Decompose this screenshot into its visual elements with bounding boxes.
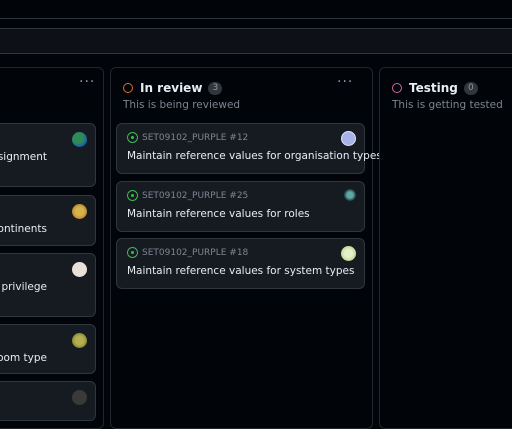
card-title: oom type bbox=[0, 352, 47, 364]
column-more-button[interactable]: ··· bbox=[79, 74, 95, 90]
issue-meta: SET09102_PURPLE #25 bbox=[127, 190, 248, 201]
issue-card[interactable]: SET09102_PURPLE #25 Maintain reference v… bbox=[116, 181, 365, 232]
filter-bar[interactable] bbox=[0, 28, 512, 54]
card-title[interactable]: Maintain reference values for system typ… bbox=[127, 265, 355, 277]
issue-card[interactable]: SET09102_PURPLE #18 Maintain reference v… bbox=[116, 238, 365, 289]
column-description: This is being reviewed bbox=[123, 99, 241, 111]
divider bbox=[0, 18, 512, 19]
avatar bbox=[72, 204, 87, 219]
open-issue-icon bbox=[127, 247, 138, 258]
avatar[interactable] bbox=[344, 189, 356, 201]
avatar[interactable] bbox=[341, 131, 356, 146]
column-header: Testing 0 bbox=[392, 80, 478, 96]
card-title: ontinents bbox=[0, 223, 47, 235]
avatar[interactable] bbox=[341, 246, 356, 261]
avatar bbox=[72, 390, 87, 405]
column-title: Testing bbox=[409, 81, 458, 95]
issue-reference[interactable]: SET09102_PURPLE #12 bbox=[142, 133, 248, 143]
column-header: In review 3 bbox=[123, 80, 223, 96]
issue-reference[interactable]: SET09102_PURPLE #25 bbox=[142, 191, 248, 201]
column-description: This is getting tested bbox=[392, 99, 503, 111]
status-ring-icon bbox=[123, 83, 133, 93]
issue-meta: SET09102_PURPLE #18 bbox=[127, 247, 248, 258]
top-bar bbox=[0, 0, 512, 18]
avatar bbox=[72, 262, 87, 277]
card-title[interactable]: Maintain reference values for organisati… bbox=[127, 150, 382, 162]
issue-card[interactable] bbox=[0, 381, 96, 421]
issue-card[interactable]: ssignment bbox=[0, 123, 96, 187]
issue-reference[interactable]: SET09102_PURPLE #18 bbox=[142, 248, 248, 258]
board-column-previous: ··· bbox=[0, 67, 104, 429]
avatar bbox=[72, 132, 87, 147]
issue-card[interactable]: oom type bbox=[0, 324, 96, 374]
card-title: ssignment bbox=[0, 151, 47, 163]
open-issue-icon bbox=[127, 132, 138, 143]
count-badge: 0 bbox=[463, 81, 478, 95]
open-issue-icon bbox=[127, 190, 138, 201]
card-title: ystem privilege bbox=[0, 281, 47, 293]
board-column-in-review: In review 3 This is being reviewed ··· S… bbox=[110, 67, 382, 429]
avatar bbox=[72, 333, 87, 348]
status-ring-icon bbox=[392, 83, 402, 93]
column-title: In review bbox=[140, 81, 203, 95]
board-column-testing: Testing 0 This is getting tested bbox=[379, 67, 512, 429]
issue-meta: SET09102_PURPLE #12 bbox=[127, 132, 248, 143]
card-title[interactable]: Maintain reference values for roles bbox=[127, 208, 310, 220]
count-badge: 3 bbox=[208, 81, 223, 95]
issue-card[interactable]: ystem privilege bbox=[0, 253, 96, 317]
column-more-button[interactable]: ··· bbox=[337, 74, 353, 90]
issue-card[interactable]: SET09102_PURPLE #12 Maintain reference v… bbox=[116, 123, 382, 174]
issue-card[interactable]: ontinents bbox=[0, 195, 96, 246]
